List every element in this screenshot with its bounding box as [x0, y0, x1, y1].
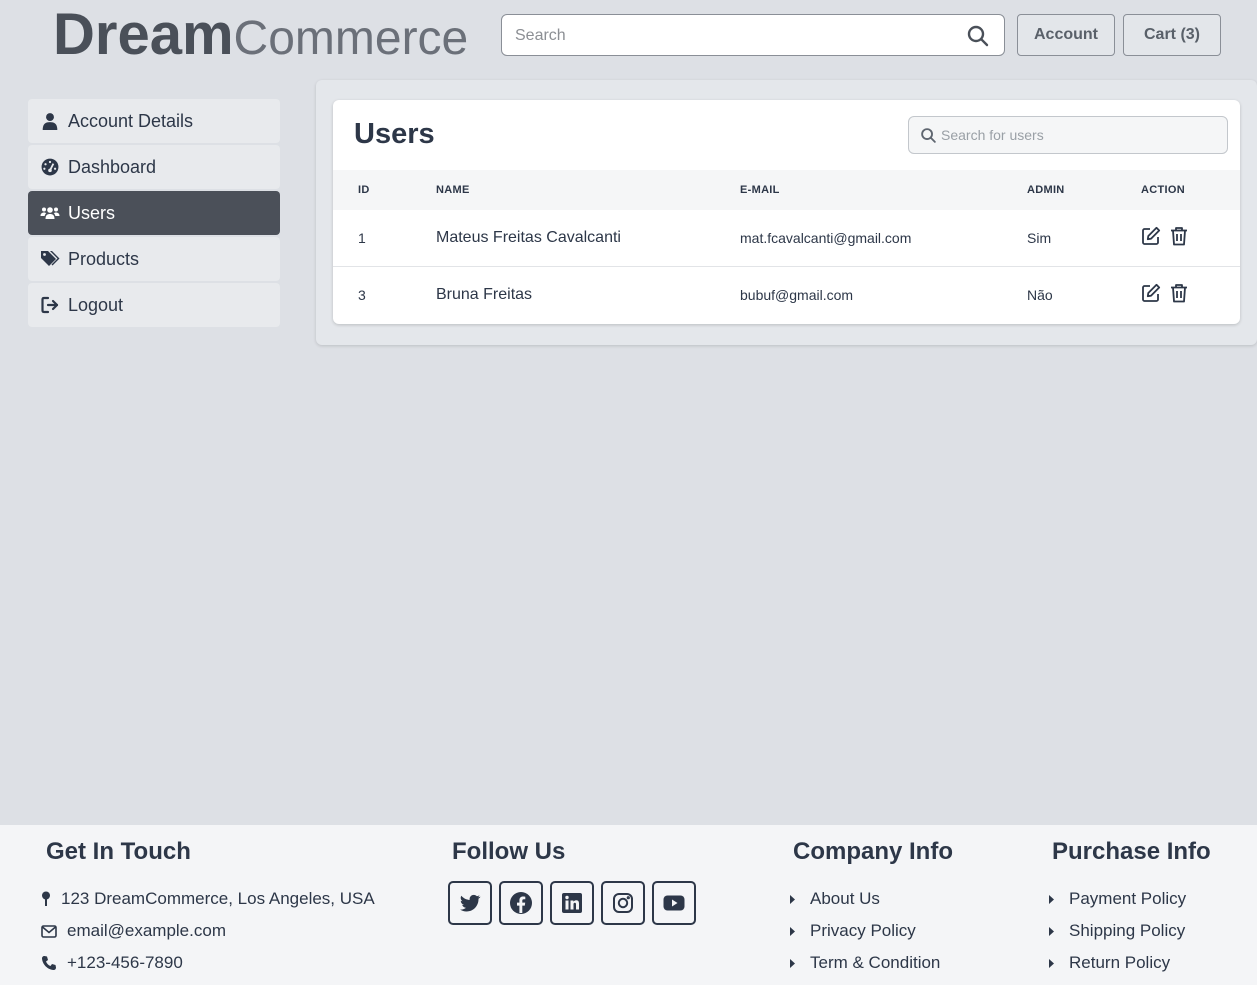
main-panel: Users ID NAME E-MAIL ADMIN ACTION 1 Mate… — [316, 80, 1257, 345]
footer-link-about[interactable]: About Us — [789, 883, 953, 915]
instagram-icon — [613, 893, 633, 913]
users-card: Users ID NAME E-MAIL ADMIN ACTION 1 Mate… — [333, 100, 1240, 324]
caret-right-icon — [789, 894, 801, 905]
table-row: 1 Mateus Freitas Cavalcanti mat.fcavalca… — [333, 210, 1240, 267]
footer-link-label: Payment Policy — [1069, 889, 1187, 908]
column-header-id: ID — [358, 184, 370, 196]
footer-link-terms[interactable]: Term & Condition — [789, 947, 953, 979]
trash-icon[interactable] — [1169, 283, 1189, 303]
footer-purchase: Purchase Info Payment Policy Shipping Po… — [1049, 838, 1211, 979]
youtube-icon — [663, 895, 685, 911]
table-header: ID NAME E-MAIL ADMIN ACTION — [333, 170, 1240, 210]
search-icon — [921, 128, 936, 143]
footer-link-shipping[interactable]: Shipping Policy — [1048, 915, 1211, 947]
footer-contact: Get In Touch 123 DreamCommerce, Los Ange… — [41, 838, 375, 979]
sidebar-item-label: Account Details — [68, 110, 194, 131]
sidebar-item-logout[interactable]: Logout — [28, 283, 280, 327]
cell-id: 1 — [358, 230, 366, 246]
phone-icon — [41, 955, 57, 971]
cell-email: bubuf@gmail.com — [740, 287, 854, 303]
column-header-name: NAME — [436, 184, 470, 196]
footer-email[interactable]: email@example.com — [41, 915, 375, 947]
footer-link-label: About Us — [810, 889, 880, 908]
sidebar-item-label: Products — [68, 248, 140, 269]
twitter-icon — [460, 894, 481, 912]
user-icon — [40, 111, 60, 131]
footer-phone[interactable]: +123-456-7890 — [41, 947, 375, 979]
user-search-input[interactable] — [941, 125, 1211, 145]
caret-right-icon — [1048, 894, 1060, 905]
column-header-email: E-MAIL — [740, 184, 780, 196]
cell-name: Bruna Freitas — [436, 286, 533, 303]
sidebar-item-label: Logout — [68, 294, 124, 315]
cell-admin: Não — [1027, 287, 1053, 303]
footer-heading: Follow Us — [452, 838, 566, 865]
dashboard-icon — [40, 157, 60, 177]
account-button[interactable]: Account — [1017, 14, 1115, 56]
caret-right-icon — [789, 926, 801, 937]
cell-name: Mateus Freitas Cavalcanti — [436, 229, 621, 246]
cell-admin: Sim — [1027, 230, 1052, 246]
trash-icon[interactable] — [1169, 226, 1189, 246]
sidebar-item-dashboard[interactable]: Dashboard — [28, 145, 280, 189]
footer-company: Company Info About Us Privacy Policy Ter… — [790, 838, 953, 979]
twitter-button[interactable] — [448, 881, 492, 925]
column-header-action: ACTION — [1141, 184, 1185, 196]
sidebar-item-account-details[interactable]: Account Details — [28, 99, 280, 143]
address-text: 123 DreamCommerce, Los Angeles, USA — [61, 889, 375, 908]
instagram-button[interactable] — [601, 881, 645, 925]
users-icon — [40, 203, 60, 223]
cell-email: mat.fcavalcanti@gmail.com — [740, 230, 912, 246]
caret-right-icon — [1048, 926, 1060, 937]
footer-link-label: Shipping Policy — [1069, 921, 1186, 940]
column-header-admin: ADMIN — [1027, 184, 1065, 196]
email-text: email@example.com — [67, 921, 226, 940]
linkedin-button[interactable] — [550, 881, 594, 925]
caret-right-icon — [1048, 958, 1060, 969]
footer-heading: Company Info — [793, 838, 953, 865]
edit-icon[interactable] — [1141, 226, 1161, 246]
sidebar: Account Details Dashboard Users Products… — [28, 99, 280, 329]
logout-icon — [40, 295, 60, 315]
logo-bold-text: Dream — [53, 2, 234, 67]
cell-id: 3 — [358, 287, 366, 303]
phone-text: +123-456-7890 — [67, 953, 183, 972]
footer-link-privacy[interactable]: Privacy Policy — [789, 915, 953, 947]
footer-follow: Follow Us — [448, 838, 696, 925]
footer-link-payment[interactable]: Payment Policy — [1048, 883, 1211, 915]
footer-heading: Get In Touch — [46, 838, 191, 865]
search-input[interactable] — [515, 25, 955, 47]
footer-address: 123 DreamCommerce, Los Angeles, USA — [40, 883, 375, 915]
edit-icon[interactable] — [1141, 283, 1161, 303]
logo-light-text: Commerce — [233, 12, 469, 65]
footer-link-label: Privacy Policy — [810, 921, 916, 940]
sidebar-item-label: Users — [68, 202, 116, 223]
logo[interactable]: DreamCommerce — [53, 4, 468, 81]
map-pin-icon — [40, 891, 52, 907]
footer-heading: Purchase Info — [1052, 838, 1211, 865]
row-actions — [1141, 283, 1189, 303]
envelope-icon — [41, 923, 57, 939]
row-actions — [1141, 226, 1189, 246]
youtube-button[interactable] — [652, 881, 696, 925]
cart-button[interactable]: Cart (3) — [1123, 14, 1221, 56]
linkedin-icon — [562, 893, 582, 913]
page-title: Users — [354, 118, 435, 150]
caret-right-icon — [789, 958, 801, 969]
footer-link-return[interactable]: Return Policy — [1048, 947, 1211, 979]
user-search-bar[interactable] — [908, 116, 1228, 154]
sidebar-item-products[interactable]: Products — [28, 237, 280, 281]
search-icon[interactable] — [966, 24, 990, 48]
tags-icon — [40, 249, 60, 269]
footer: Get In Touch 123 DreamCommerce, Los Ange… — [0, 825, 1257, 985]
facebook-icon — [510, 892, 532, 914]
table-row: 3 Bruna Freitas bubuf@gmail.com Não — [333, 267, 1240, 324]
sidebar-item-label: Dashboard — [68, 156, 157, 177]
sidebar-item-users[interactable]: Users — [28, 191, 280, 235]
social-links — [448, 881, 696, 925]
footer-link-label: Term & Condition — [810, 953, 941, 972]
footer-link-label: Return Policy — [1069, 953, 1171, 972]
search-bar[interactable] — [501, 14, 1005, 56]
facebook-button[interactable] — [499, 881, 543, 925]
